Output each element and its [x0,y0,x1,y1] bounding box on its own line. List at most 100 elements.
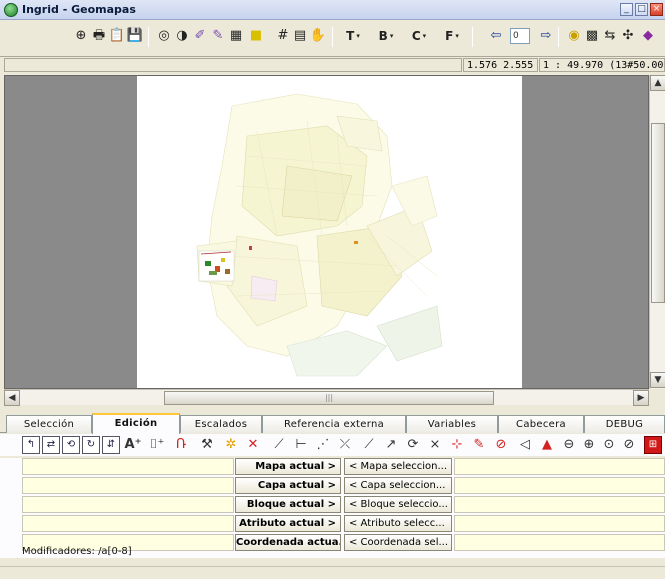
horizontal-scroll-thumb[interactable]: ||| [164,391,494,405]
vector-icon[interactable]: ↗ [382,436,400,454]
bloque-seleccion-button[interactable]: < Bloque seleccio... [344,496,452,513]
calculator-icon[interactable]: ▩ [584,28,600,44]
capa-seleccion-field[interactable] [454,477,665,494]
close-button[interactable]: × [650,3,663,16]
grid-tool-icon[interactable]: ⊞ [644,436,662,454]
rotate-icon[interactable]: ⟳ [404,436,422,454]
map-sheet[interactable] [137,76,522,388]
tab-cabecera[interactable]: Cabecera [498,415,584,433]
text-c-dropdown[interactable]: C ▾ [406,28,432,44]
atributo-actual-button[interactable]: Atributo actual > [235,515,341,532]
add-block-icon[interactable]: ⌷⁺ [148,436,166,454]
clipboard-icon[interactable]: 📋 [109,28,125,44]
maximize-button[interactable]: □ [635,3,648,16]
text-f-dropdown[interactable]: F ▾ [439,28,465,44]
edit-tool-1-icon[interactable]: ↰ [22,436,40,454]
move-icon[interactable]: ✣ [620,28,636,44]
edit-tool-2-icon[interactable]: ⇄ [42,436,60,454]
scale-readout: 1 : 49.970 (13#50.000) [539,58,665,72]
atributo-actual-field[interactable] [22,515,234,532]
tab-variables[interactable]: Variables [406,415,498,433]
capa-seleccion-button[interactable]: < Capa seleccion... [344,477,452,494]
atributo-seleccion-field[interactable] [454,515,665,532]
window-title: Ingrid - Geomapas [22,3,136,16]
triangle-left-icon[interactable]: ◁ [516,436,534,454]
mapa-actual-button[interactable]: Mapa actual > [235,458,341,475]
zoom-icon[interactable]: ⊕ [73,28,89,44]
tab-escalados[interactable]: Escalados [180,415,262,433]
view-icon[interactable]: ◎ [156,28,172,44]
grid-icon[interactable]: ▦ [228,28,244,44]
line-icon[interactable]: ⟋ [270,436,288,454]
add-text-icon[interactable]: A⁺ [124,436,142,454]
tab-referencia-externa[interactable]: Referencia externa [262,415,406,433]
toolbar-separator [558,27,559,47]
pen-icon[interactable]: ✐ [192,28,208,44]
scroll-down-button[interactable]: ▼ [650,372,665,388]
tab-seleccion[interactable]: Selección [6,415,92,433]
diagonal-icon[interactable]: ⟋ [360,436,378,454]
edit-pencil-icon[interactable]: ✎ [470,436,488,454]
minimize-button[interactable]: _ [620,3,633,16]
pencil-icon[interactable]: ✎ [210,28,226,44]
cross-line-icon[interactable]: ⤫ [336,436,354,454]
tab-debug[interactable]: DEBUG [584,415,665,433]
coordenada-seleccion-field[interactable] [454,534,665,551]
map-viewport[interactable] [4,75,649,389]
hash-icon[interactable]: # [275,28,291,44]
toolbar-separator [332,27,333,47]
mapa-seleccion-button[interactable]: < Mapa seleccion... [344,458,452,475]
arrow-right-icon[interactable]: ⇨ [538,28,554,44]
scroll-right-button[interactable]: ▶ [633,390,649,406]
capa-actual-button[interactable]: Capa actual > [235,477,341,494]
bloque-actual-field[interactable] [22,496,234,513]
page-input[interactable]: 0 [510,28,530,44]
scroll-up-button[interactable]: ▲ [650,75,665,91]
target-icon[interactable]: ◉ [566,28,582,44]
edit-tool-3-icon[interactable]: ⟲ [62,436,80,454]
hand-icon[interactable]: ✋ [310,28,326,44]
text-t-dropdown[interactable]: T ▾ [340,28,366,44]
color-icon[interactable]: ■ [248,28,264,44]
rotate-right-icon[interactable]: ⊙ [600,436,618,454]
row-capa: Capa actual > < Capa seleccion... [0,477,665,495]
spark-icon[interactable]: ✲ [222,436,240,454]
scroll-left-button[interactable]: ◀ [4,390,20,406]
coordenada-actual-button[interactable]: Coordenada actua... [235,534,341,551]
bloque-actual-button[interactable]: Bloque actual > [235,496,341,513]
points-icon[interactable]: ⋰ [314,436,332,454]
intersect-icon[interactable]: ⨯ [426,436,444,454]
cancel-icon[interactable]: ⊘ [492,436,510,454]
tab-edicion[interactable]: Edición [92,413,180,434]
polyline-icon[interactable]: ⊢ [292,436,310,454]
arrow-left-icon[interactable]: ⇦ [488,28,504,44]
save-icon[interactable]: 💾 [127,28,143,44]
magnet-icon[interactable]: Ռ [172,436,190,454]
text-b-dropdown[interactable]: B ▾ [373,28,399,44]
mapa-actual-field[interactable] [22,458,234,475]
contrast-icon[interactable]: ◑ [174,28,190,44]
rotate-up-icon[interactable]: ⊕ [580,436,598,454]
bloque-seleccion-field[interactable] [454,496,665,513]
rotate-left-icon[interactable]: ⊖ [560,436,578,454]
hammer-icon[interactable]: ⚒ [198,436,216,454]
eraser-icon[interactable]: ◆ [640,28,656,44]
rotate-down-icon[interactable]: ⊘ [620,436,638,454]
delete-icon[interactable]: ✕ [244,436,262,454]
split-icon[interactable]: ⊹ [448,436,466,454]
capa-actual-field[interactable] [22,477,234,494]
coordenada-seleccion-button[interactable]: < Coordenada sel... [344,534,452,551]
vertical-scrollbar[interactable]: ▲ ▼ [649,75,665,389]
mirror-icon[interactable]: ▲ [538,436,556,454]
toolbar-separator [472,27,473,47]
mapa-seleccion-field[interactable] [454,458,665,475]
vertical-scroll-thumb[interactable] [651,123,665,303]
horizontal-scrollbar[interactable]: ◀ ||| ▶ [4,389,649,406]
text-f-label: F [445,29,454,43]
atributo-seleccion-button[interactable]: < Atributo selecc... [344,515,452,532]
document-icon[interactable]: ▤ [292,28,308,44]
edit-tool-5-icon[interactable]: ⇵ [102,436,120,454]
swap-icon[interactable]: ⇆ [602,28,618,44]
print-icon[interactable]: 🖶 [91,28,107,44]
edit-tool-4-icon[interactable]: ↻ [82,436,100,454]
